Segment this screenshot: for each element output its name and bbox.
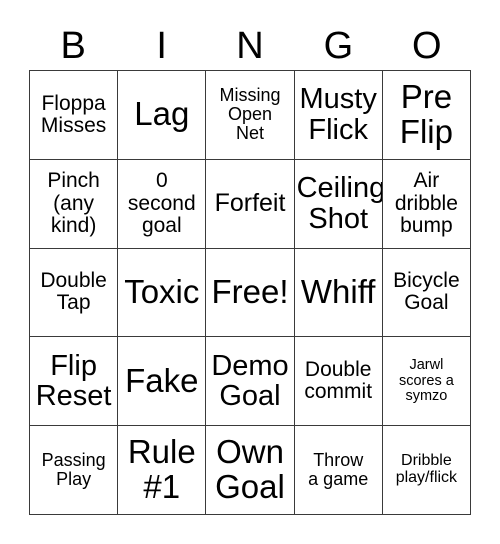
bingo-cell[interactable]: Bicycle Goal bbox=[382, 248, 471, 338]
bingo-cell[interactable]: 0 second goal bbox=[118, 159, 207, 249]
bingo-cell-label: Pre Flip bbox=[399, 77, 453, 150]
bingo-card: B I N G O Floppa Misses Lag Missing Open Net Mu… bbox=[0, 0, 500, 544]
bingo-cell-label: Double commit bbox=[304, 358, 373, 404]
bingo-cell[interactable]: Toxic bbox=[118, 248, 207, 338]
bingo-cell[interactable]: Lag bbox=[118, 71, 207, 160]
bingo-cell[interactable]: Double Tap bbox=[30, 248, 119, 338]
bingo-header-letter-o: O bbox=[412, 25, 442, 67]
bingo-cell[interactable]: Whiff bbox=[294, 248, 383, 338]
bingo-cell-label: Missing Open Net bbox=[219, 85, 281, 144]
bingo-cell[interactable]: Double commit bbox=[294, 337, 383, 427]
bingo-cell[interactable]: Pre Flip bbox=[382, 71, 471, 160]
bingo-cell-label: Passing Play bbox=[41, 450, 106, 490]
bingo-cell-label: Free! bbox=[211, 273, 289, 310]
bingo-cell-label: Fake bbox=[125, 361, 199, 399]
bingo-cell-label: Air dribble bump bbox=[394, 169, 458, 237]
bingo-header-letter-g: G bbox=[323, 25, 354, 67]
bingo-cell[interactable]: Flip Reset bbox=[30, 337, 119, 427]
bingo-cell[interactable]: Missing Open Net bbox=[206, 71, 295, 160]
bingo-cell[interactable]: Fake bbox=[118, 337, 207, 427]
bingo-cell-label: Ceiling Shot bbox=[296, 171, 383, 235]
bingo-cell-label: Demo Goal bbox=[211, 349, 289, 413]
bingo-cell-label: 0 second goal bbox=[127, 169, 196, 237]
bingo-header-letter-b: B bbox=[60, 25, 86, 67]
bingo-cell-label: Whiff bbox=[300, 273, 376, 310]
bingo-cell[interactable]: Musty Flick bbox=[294, 71, 383, 160]
bingo-cell[interactable]: Jarwl scores a symzo bbox=[382, 337, 471, 427]
bingo-cell[interactable]: Free! bbox=[206, 248, 295, 338]
bingo-cell[interactable]: Throw a game bbox=[294, 426, 383, 515]
bingo-cell-label: Bicycle Goal bbox=[393, 269, 460, 315]
bingo-cell-label: Own Goal bbox=[215, 433, 285, 506]
bingo-cell-label: Jarwl scores a symzo bbox=[398, 357, 454, 404]
bingo-cell[interactable]: Dribble play/flick bbox=[382, 426, 471, 515]
bingo-cell[interactable]: Forfeit bbox=[206, 159, 295, 249]
bingo-cell[interactable]: Own Goal bbox=[206, 426, 295, 515]
bingo-cell-label: Toxic bbox=[124, 273, 200, 310]
bingo-cell-label: Floppa Misses bbox=[40, 91, 107, 137]
bingo-header-letter-n: N bbox=[236, 25, 264, 67]
bingo-header-letters: BINGO bbox=[29, 22, 471, 70]
bingo-cell-label: Forfeit bbox=[214, 189, 286, 218]
bingo-cell[interactable]: Pinch (any kind) bbox=[30, 159, 119, 249]
bingo-cell[interactable]: Ceiling Shot bbox=[294, 159, 383, 249]
bingo-cell[interactable]: Air dribble bump bbox=[382, 159, 471, 249]
bingo-cell-label: Lag bbox=[134, 95, 190, 133]
bingo-cell-label: Pinch (any kind) bbox=[47, 169, 100, 237]
bingo-cell[interactable]: Rule #1 bbox=[118, 426, 207, 515]
bingo-cell-label: Musty Flick bbox=[299, 83, 377, 146]
bingo-cell[interactable]: Demo Goal bbox=[206, 337, 295, 427]
bingo-cell-label: Dribble play/flick bbox=[395, 452, 458, 487]
bingo-cell-label: Double Tap bbox=[40, 269, 107, 315]
bingo-cell[interactable]: Passing Play bbox=[30, 426, 119, 515]
bingo-grid: Floppa Misses Lag Missing Open Net Musty Fl… bbox=[29, 70, 471, 515]
bingo-cell-label: Flip Reset bbox=[35, 349, 112, 413]
bingo-cell[interactable]: Floppa Misses bbox=[30, 71, 119, 160]
bingo-cell-label: Throw a game bbox=[308, 450, 369, 490]
bingo-cell-label: Rule #1 bbox=[127, 433, 196, 506]
bingo-header-letter-i: I bbox=[156, 25, 167, 67]
